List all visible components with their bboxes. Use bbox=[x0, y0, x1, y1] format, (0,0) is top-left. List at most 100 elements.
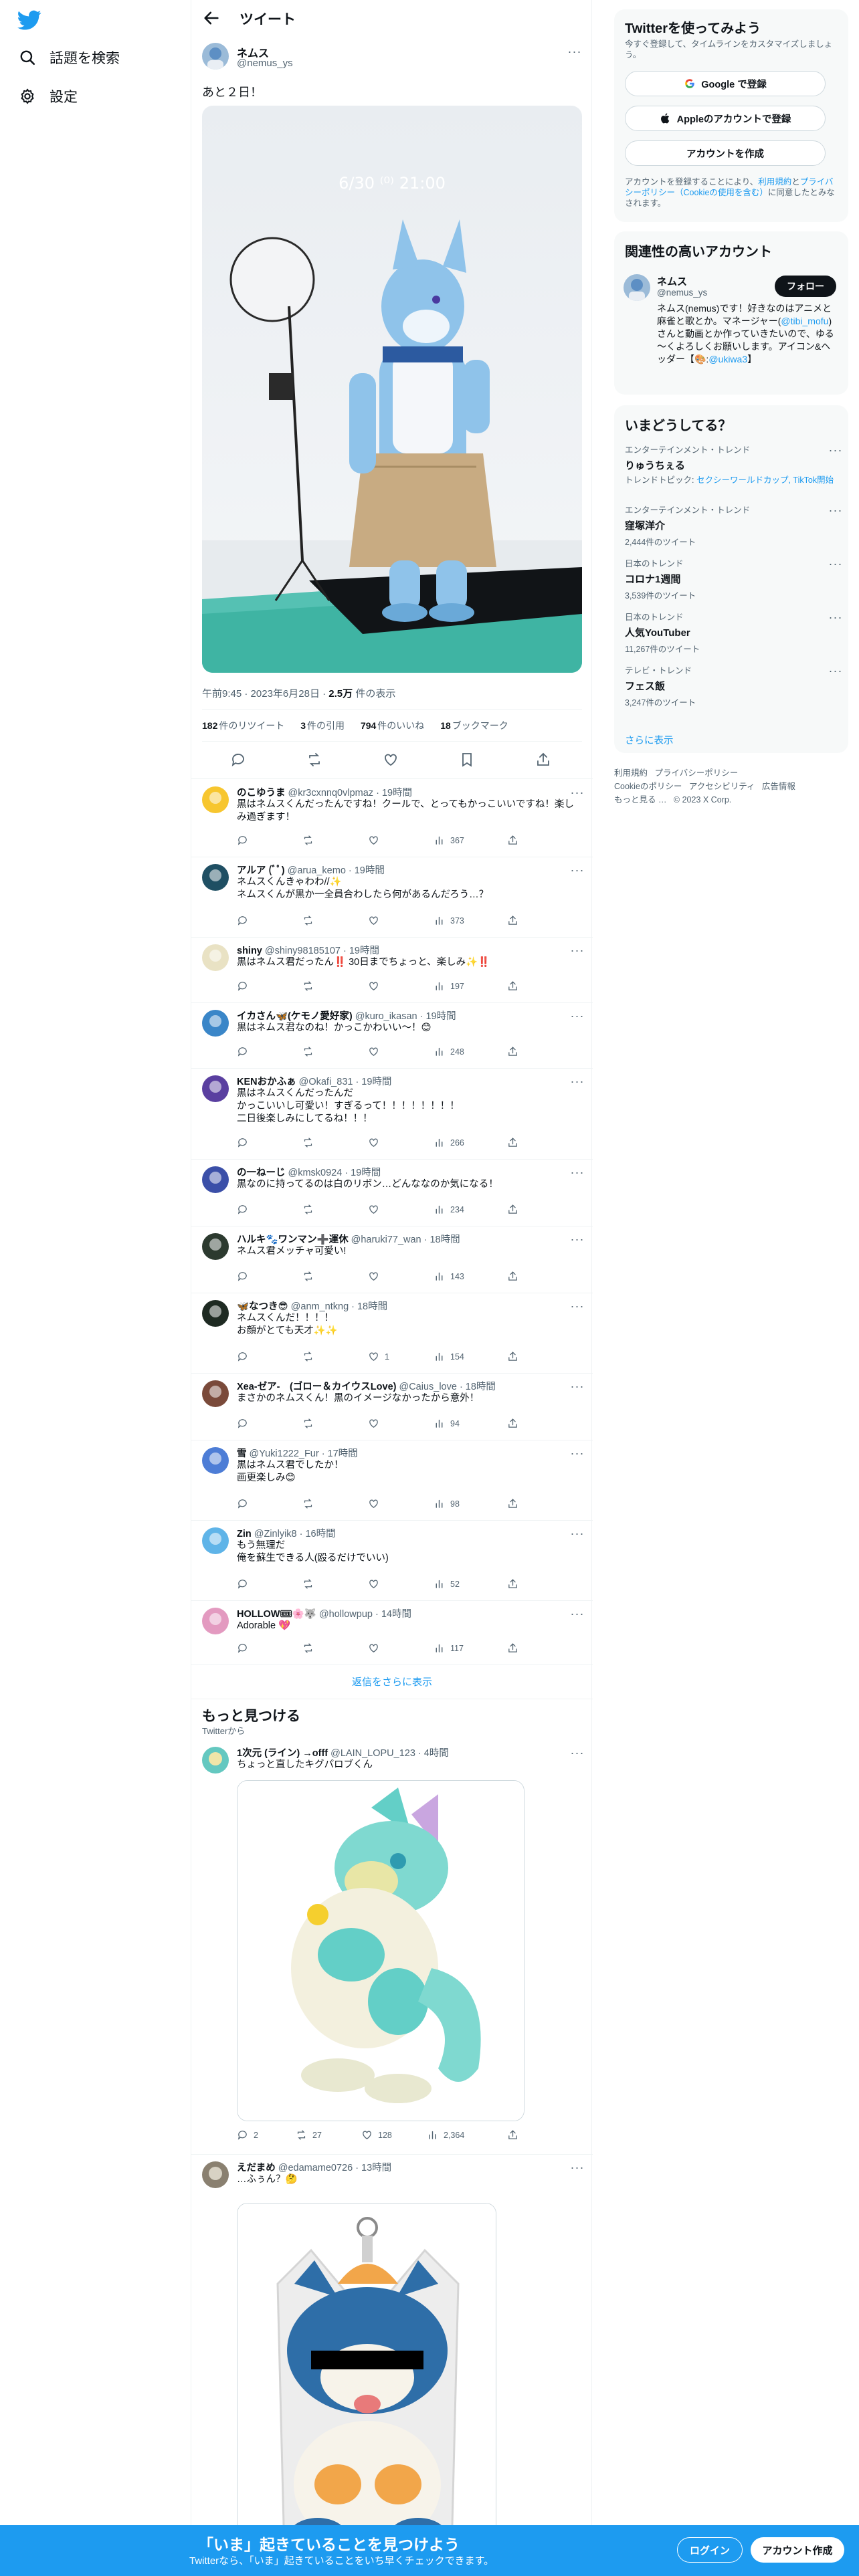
more-options-icon[interactable]: ··· bbox=[570, 1232, 585, 1247]
reply-author-name[interactable]: Zin bbox=[237, 1529, 252, 1539]
avatar[interactable] bbox=[202, 1380, 229, 1407]
more-options-icon[interactable]: ··· bbox=[570, 1379, 585, 1394]
reply-action[interactable] bbox=[237, 1578, 254, 1590]
tweet-date[interactable]: 2023年6月28日 bbox=[251, 688, 320, 700]
related-handle[interactable]: @nemus_ys bbox=[657, 288, 707, 298]
reply-author-name[interactable]: KENおかふぁ bbox=[237, 1077, 296, 1087]
reply-tweet[interactable]: shiny @shiny98185107 · 19時間 ··· 黒はネムス君だったん‼️ … bbox=[191, 938, 593, 1003]
reply-author-handle[interactable]: @kuro_ikasan bbox=[355, 1011, 417, 1022]
more-options-icon[interactable]: ··· bbox=[567, 44, 582, 59]
like-action[interactable] bbox=[368, 980, 385, 992]
reply-tweet[interactable]: アルア (ﾞﾟ) @arua_kemo · 19時間 ··· ネムスくんきゃわわ//✨ ネ… bbox=[191, 857, 593, 938]
back-arrow-icon[interactable] bbox=[202, 9, 221, 27]
terms-link[interactable]: 利用規約 bbox=[758, 177, 791, 187]
more-options-icon[interactable]: ··· bbox=[570, 943, 585, 958]
retweet-action[interactable]: 27 bbox=[296, 2129, 322, 2141]
tweet-photo[interactable]: 6/30 ⁽⁰⁾ 21:00 bbox=[202, 106, 582, 673]
reply-tweet[interactable]: HOLLOW🎟🌸🐺 @hollowpup · 14時間 ··· Adorable 💖 117 bbox=[191, 1601, 593, 1665]
signup-button[interactable]: アカウント作成 bbox=[751, 2537, 844, 2563]
avatar[interactable] bbox=[202, 1300, 229, 1327]
show-more-trends-link[interactable]: さらに表示 bbox=[625, 733, 674, 747]
reply-time[interactable]: 19時間 bbox=[425, 1011, 456, 1022]
like-action[interactable] bbox=[368, 1137, 385, 1148]
post-image[interactable] bbox=[237, 2203, 496, 2576]
share-icon[interactable] bbox=[535, 752, 551, 768]
trend-item[interactable]: エンターテインメント・トレンド りゅうちぇる トレンドトピック: セクシーワールドカ… bbox=[625, 443, 842, 486]
views-action[interactable]: 197 bbox=[434, 980, 464, 992]
more-options-icon[interactable]: ··· bbox=[570, 1446, 585, 1461]
more-options-icon[interactable]: ··· bbox=[828, 503, 843, 518]
more-options-icon[interactable]: ··· bbox=[570, 1165, 585, 1180]
post-author-name[interactable]: 1次元 (ライン) →offf bbox=[237, 1748, 328, 1759]
views-action[interactable]: 143 bbox=[434, 1271, 464, 1282]
retweet-stat[interactable]: 182 件のリツイート bbox=[202, 720, 284, 731]
share-action[interactable] bbox=[507, 1578, 524, 1590]
share-action[interactable] bbox=[507, 1046, 524, 1057]
follow-button[interactable]: フォロー bbox=[775, 276, 836, 297]
reply-tweet[interactable]: 雪 @Yuki1222_Fur · 17時間 ··· 黒はネムス君でしたか！ 画更楽しみ😊… bbox=[191, 1440, 593, 1521]
share-action[interactable] bbox=[507, 1351, 524, 1362]
views-action[interactable]: 248 bbox=[434, 1046, 464, 1057]
share-action[interactable] bbox=[507, 1498, 524, 1509]
reply-action[interactable] bbox=[237, 1498, 254, 1509]
avatar[interactable] bbox=[202, 1010, 229, 1037]
post-image[interactable] bbox=[237, 1780, 524, 2121]
more-options-icon[interactable]: ··· bbox=[828, 556, 843, 571]
more-options-icon[interactable]: ··· bbox=[828, 443, 843, 457]
trend-topic-link[interactable]: セクシーワールドカップ, TikTok bbox=[696, 475, 817, 485]
reply-action[interactable] bbox=[237, 1418, 254, 1429]
share-action[interactable] bbox=[507, 835, 524, 846]
retweet-action[interactable] bbox=[302, 1498, 319, 1509]
like-icon[interactable] bbox=[383, 752, 399, 768]
more-options-icon[interactable]: ··· bbox=[828, 663, 843, 678]
like-action[interactable] bbox=[368, 1204, 385, 1215]
more-options-icon[interactable]: ··· bbox=[570, 1074, 585, 1089]
login-button[interactable]: ログイン bbox=[677, 2537, 743, 2563]
reply-time[interactable]: 14時間 bbox=[381, 1609, 411, 1620]
like-action[interactable] bbox=[368, 915, 385, 926]
reply-tweet[interactable]: のこゆうま @kr3cxnnq0vlpmaz · 19時間 ··· 黒はネムスくんだったん… bbox=[191, 780, 593, 857]
related-name[interactable]: ネムス bbox=[657, 274, 687, 288]
footer-terms-link[interactable]: 利用規約 bbox=[614, 768, 648, 778]
nav-settings[interactable]: 設定 bbox=[19, 83, 78, 110]
reply-author-name[interactable]: アルア (ﾞﾟ) bbox=[237, 865, 285, 876]
reply-time[interactable]: 19時間 bbox=[361, 1077, 391, 1087]
avatar[interactable] bbox=[202, 1747, 229, 1774]
footer-privacy-link[interactable]: プライバシーポリシー bbox=[654, 768, 738, 778]
retweet-action[interactable] bbox=[302, 1271, 319, 1282]
reply-author-handle[interactable]: @Yuki1222_Fur bbox=[250, 1448, 319, 1459]
bookmark-icon[interactable] bbox=[459, 752, 475, 768]
reply-tweet[interactable]: 🦋なつき😎 @anm_ntkng · 18時間 ··· ネムスくんだ！！！！ お顔がとても… bbox=[191, 1293, 593, 1374]
avatar[interactable] bbox=[624, 274, 650, 301]
footer-accessibility-link[interactable]: アクセシビリティ bbox=[689, 782, 755, 791]
reply-time[interactable]: 16時間 bbox=[305, 1529, 335, 1539]
views-action[interactable]: 98 bbox=[434, 1498, 460, 1509]
retweet-action[interactable] bbox=[302, 915, 319, 926]
footer-more-link[interactable]: もっと見る … bbox=[614, 795, 666, 804]
twitter-logo-icon[interactable] bbox=[17, 8, 41, 32]
share-action[interactable] bbox=[507, 1418, 524, 1429]
reply-action[interactable] bbox=[237, 915, 254, 926]
avatar[interactable] bbox=[202, 944, 229, 971]
views-action[interactable]: 52 bbox=[434, 1578, 460, 1590]
reply-author-name[interactable]: shiny bbox=[237, 946, 262, 956]
avatar[interactable] bbox=[202, 43, 229, 70]
reply-author-handle[interactable]: @hollowpup bbox=[319, 1609, 373, 1620]
reply-time[interactable]: 18時間 bbox=[430, 1235, 460, 1245]
views-action[interactable]: 266 bbox=[434, 1137, 464, 1148]
avatar[interactable] bbox=[202, 1608, 229, 1634]
trend-item[interactable]: エンターテインメント・トレンド 窪塚洋介 2,444件のツイート ··· bbox=[625, 503, 842, 548]
avatar[interactable] bbox=[202, 1447, 229, 1474]
share-action[interactable] bbox=[507, 1271, 524, 1282]
retweet-icon[interactable] bbox=[306, 752, 322, 768]
like-action[interactable] bbox=[368, 1418, 385, 1429]
reply-author-handle[interactable]: @shiny98185107 bbox=[265, 946, 341, 956]
reply-icon[interactable] bbox=[230, 752, 246, 768]
bookmark-stat[interactable]: 18 ブックマーク bbox=[440, 720, 508, 731]
reply-action[interactable] bbox=[237, 1046, 254, 1057]
reply-tweet[interactable]: Xea-ゼア- (ゴロー＆カイウスLove) @Caius_love · 18時間 ··… bbox=[191, 1374, 593, 1440]
trend-item[interactable]: 日本のトレンド 人気YouTuber 11,267件のツイート ··· bbox=[625, 610, 842, 655]
reply-action[interactable] bbox=[237, 1642, 254, 1654]
trend-item[interactable]: 日本のトレンド コロナ1週間 3,539件のツイート ··· bbox=[625, 556, 842, 601]
reply-author-name[interactable]: ハルキ🐾ワンマン➕運休 bbox=[237, 1235, 349, 1245]
